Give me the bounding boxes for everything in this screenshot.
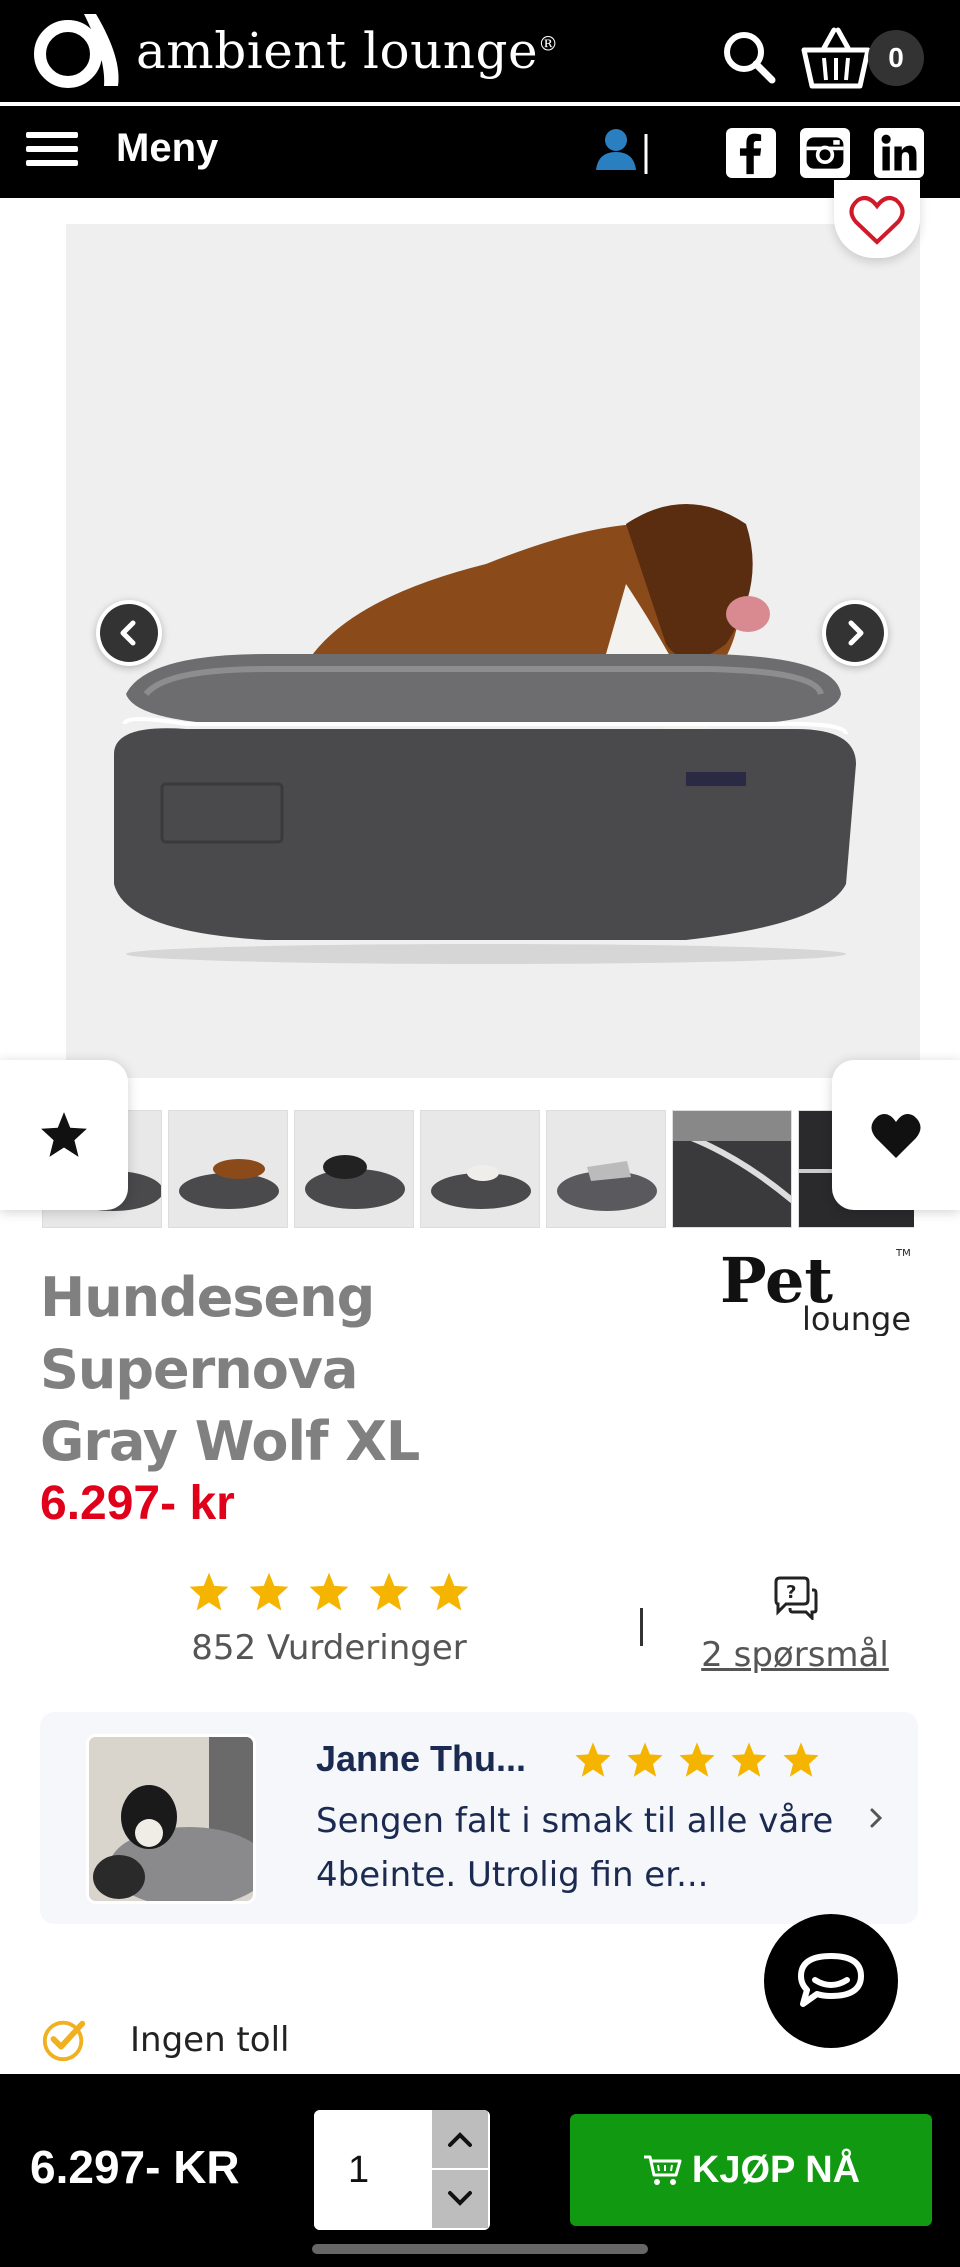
chevron-up-icon bbox=[448, 2132, 472, 2147]
quantity-decrease-button[interactable] bbox=[432, 2170, 488, 2228]
rating-summary[interactable]: 852 Vurderinger bbox=[184, 1570, 474, 1668]
pet-lounge-brand-logo[interactable]: Pet lounge TM bbox=[716, 1242, 922, 1338]
gallery-prev-button[interactable] bbox=[96, 600, 162, 666]
chevron-down-icon bbox=[448, 2191, 472, 2206]
buy-now-label: KJØP NÅ bbox=[691, 2148, 861, 2191]
menu-label[interactable]: Meny bbox=[116, 126, 218, 171]
linkedin-link[interactable] bbox=[874, 128, 924, 178]
instagram-link[interactable] bbox=[800, 128, 850, 178]
site-logo[interactable]: ambient lounge® bbox=[26, 8, 559, 90]
chevron-left-icon bbox=[120, 620, 136, 646]
product-page: ambient lounge® 0 Meny Hundeseng Superno… bbox=[0, 0, 960, 2267]
reviews-side-tab[interactable] bbox=[0, 1060, 128, 1210]
check-badge-icon bbox=[42, 2020, 86, 2062]
brand-name: ambient lounge® bbox=[136, 22, 559, 80]
rating-stars bbox=[184, 1570, 474, 1614]
cart-icon bbox=[643, 2155, 682, 2185]
star-icon bbox=[627, 1742, 663, 1777]
thumbnail-5[interactable] bbox=[546, 1110, 666, 1228]
star-icon bbox=[189, 1572, 229, 1611]
thumbnail-strip bbox=[42, 1110, 914, 1228]
cart-button[interactable] bbox=[800, 26, 872, 90]
chevron-right-icon bbox=[848, 620, 864, 646]
questions-link[interactable]: 2 spørsmål bbox=[690, 1635, 900, 1675]
star-icon bbox=[309, 1572, 349, 1611]
search-icon bbox=[724, 32, 776, 84]
benefit-label: Ingen toll bbox=[130, 2020, 290, 2060]
product-price: 6.297- kr bbox=[40, 1477, 235, 1530]
thumbnail-4[interactable] bbox=[420, 1110, 540, 1228]
wishlist-button-top[interactable] bbox=[834, 180, 920, 258]
quantity-increase-button[interactable] bbox=[432, 2110, 488, 2168]
heart-outline-icon bbox=[849, 196, 905, 245]
star-icon bbox=[575, 1742, 611, 1777]
chat-button[interactable] bbox=[764, 1914, 898, 2048]
basket-icon bbox=[801, 27, 871, 89]
product-title-line1: Hundeseng Supernova bbox=[40, 1266, 375, 1401]
star-icon bbox=[783, 1742, 819, 1777]
menu-hamburger-icon[interactable] bbox=[26, 132, 78, 170]
sticky-buy-bar: 6.297- KR KJØP NÅ bbox=[0, 2074, 960, 2267]
thumbnail-3[interactable] bbox=[294, 1110, 414, 1228]
chat-icon bbox=[798, 1953, 864, 2007]
chevron-right-icon[interactable] bbox=[866, 1800, 890, 1836]
reviewer-name: Janne Thu... bbox=[316, 1738, 527, 1779]
benefit-item: Ingen toll bbox=[40, 2016, 289, 2064]
cart-count-badge[interactable]: 0 bbox=[868, 30, 924, 86]
account-button[interactable] bbox=[590, 124, 650, 184]
linkedin-icon bbox=[881, 134, 917, 171]
pet-lounge-logo-icon: Pet lounge TM bbox=[720, 1244, 911, 1338]
review-photo bbox=[86, 1734, 256, 1904]
svg-text:?: ? bbox=[786, 1582, 796, 1603]
user-icon bbox=[596, 129, 648, 174]
buy-now-button[interactable]: KJØP NÅ bbox=[570, 2114, 932, 2226]
rating-divider bbox=[640, 1608, 643, 1646]
gallery-next-button[interactable] bbox=[822, 600, 888, 666]
facebook-link[interactable] bbox=[726, 128, 776, 178]
review-text: Sengen falt i smak til alle våre 4beinte… bbox=[316, 1801, 834, 1895]
heart-icon bbox=[871, 1114, 921, 1158]
instagram-icon bbox=[806, 137, 844, 169]
star-icon bbox=[41, 1112, 87, 1157]
buy-bar-price: 6.297- KR bbox=[30, 2141, 240, 2193]
product-title-line2: Gray Wolf XL bbox=[40, 1410, 420, 1473]
star-icon bbox=[369, 1572, 409, 1611]
product-main-image[interactable] bbox=[66, 224, 920, 1078]
thumbnail-2[interactable] bbox=[168, 1110, 288, 1228]
question-chat-icon: ? bbox=[774, 1576, 818, 1622]
site-header: ambient lounge® 0 bbox=[0, 0, 960, 104]
star-icon bbox=[429, 1572, 469, 1611]
review-stars bbox=[572, 1740, 822, 1780]
ambient-lounge-logo-icon bbox=[34, 14, 119, 88]
star-icon bbox=[731, 1742, 767, 1777]
product-title: Hundeseng Supernova Gray Wolf XL bbox=[40, 1262, 640, 1478]
star-icon bbox=[679, 1742, 715, 1777]
reviews-count[interactable]: 852 Vurderinger bbox=[184, 1628, 474, 1668]
nav-bar: Meny bbox=[0, 106, 960, 198]
home-indicator bbox=[312, 2244, 648, 2254]
wishlist-side-tab[interactable] bbox=[832, 1060, 960, 1210]
facebook-icon bbox=[739, 133, 762, 175]
quantity-input[interactable] bbox=[314, 2110, 430, 2230]
star-icon bbox=[249, 1572, 289, 1611]
quantity-stepper bbox=[314, 2110, 490, 2230]
svg-text:TM: TM bbox=[895, 1248, 911, 1259]
thumbnail-6[interactable] bbox=[672, 1110, 792, 1228]
dog-bed-image bbox=[66, 224, 920, 1078]
svg-text:lounge: lounge bbox=[802, 1300, 911, 1336]
questions-summary[interactable]: ? 2 spørsmål bbox=[690, 1576, 900, 1675]
search-button[interactable] bbox=[722, 30, 778, 86]
